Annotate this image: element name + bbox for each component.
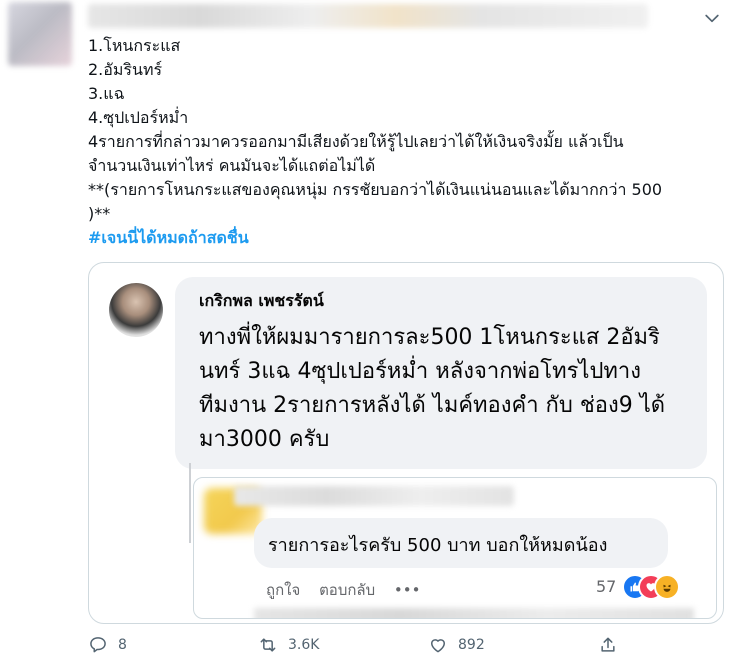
more-options[interactable]: ••• [394,581,421,599]
tweet-action-bar: 8 3.6K 892 [88,630,708,660]
reply-text: รายการอะไรครับ 500 บาท บอกให้หมดน้อง [268,535,608,556]
comment-line: มา3000 ครับ [199,427,330,452]
like-link[interactable]: ถูกใจ [266,581,300,599]
comment-line: ทีมงาน 2รายการหลังได้ ไมค์ทองคำ กับ ช่อง… [199,393,666,418]
tweet-text-line: )** [88,204,111,223]
comment-line: นทร์ 3แฉ 4ซุปเปอร์หม่ำ หลังจากพ่อโทรไปทา… [199,359,642,384]
chevron-down-icon[interactable] [702,8,722,28]
next-comment-blurred [254,608,694,618]
attached-image-card[interactable]: เกริกพล เพชรรัตน์ ทางพี่ให้ผมมารายการละ5… [88,262,724,624]
reply-name-blurred [234,486,514,506]
author-name-blurred[interactable] [88,4,648,28]
tweet-text-line: 3.แฉ [88,84,125,103]
tweet-text-line: 2.อัมรินทร์ [88,60,163,79]
share-button[interactable] [598,630,618,660]
tweet-text-line: **(รายการโหนกระแสของคุณหนุ่ม กรรชัยบอกว่… [88,180,663,199]
hashtag-link[interactable]: #เจนนี่ได้หมดถ้าสดชื่น [88,226,249,250]
like-count: 892 [458,637,485,653]
tweet-text-line: จำนวนเงินเท่าไหร่ คนมันจะได้แถต่อไม่ได้ [88,156,376,175]
reply-link[interactable]: ตอบกลับ [319,581,375,599]
tweet: 1.โหนกระแส 2.อัมรินทร์ 3.แฉ 4.ซุปเปอร์หม… [0,0,731,672]
reply-bubble: รายการอะไรครับ 500 บาท บอกให้หมดน้อง [254,518,668,568]
comment-line: ทางพี่ให้ผมมารายการละ500 1โหนกระแส 2อัมร… [199,325,660,350]
heart-icon [431,639,445,653]
reply-comment: รายการอะไรครับ 500 บาท บอกให้หมดน้อง ถูก… [193,477,717,619]
comment-text: ทางพี่ให้ผมมารายการละ500 1โหนกระแส 2อัมร… [199,321,699,457]
retweet-icon [260,638,276,652]
commenter-name: เกริกพล เพชรรัตน์ [199,291,324,310]
reply-button[interactable]: 8 [88,630,127,660]
tweet-text-line: 4รายการที่กล่าวมาควรออกมามีเสียงด้วยให้ร… [88,132,624,151]
tweet-text-line: 4.ซุปเปอร์หม่ำ [88,108,189,127]
tweet-text-line: 1.โหนกระแส [88,36,181,55]
commenter-avatar [109,283,163,337]
like-button[interactable]: 892 [428,630,485,660]
laughing-face-icon [654,574,680,600]
retweet-count: 3.6K [288,637,320,653]
reply-actions: ถูกใจ ตอบกลับ ••• [266,578,434,602]
reply-thread-line [189,463,191,543]
share-icon [601,637,615,652]
reaction-icons [622,574,692,600]
reply-count: 8 [118,637,127,653]
comment-bubble: เกริกพล เพชรรัตน์ ทางพี่ให้ผมมารายการละ5… [175,277,707,469]
retweet-button[interactable]: 3.6K [258,630,319,660]
author-avatar-blurred[interactable] [8,2,72,66]
reaction-count: 57 [596,577,617,596]
reply-icon [90,637,106,653]
